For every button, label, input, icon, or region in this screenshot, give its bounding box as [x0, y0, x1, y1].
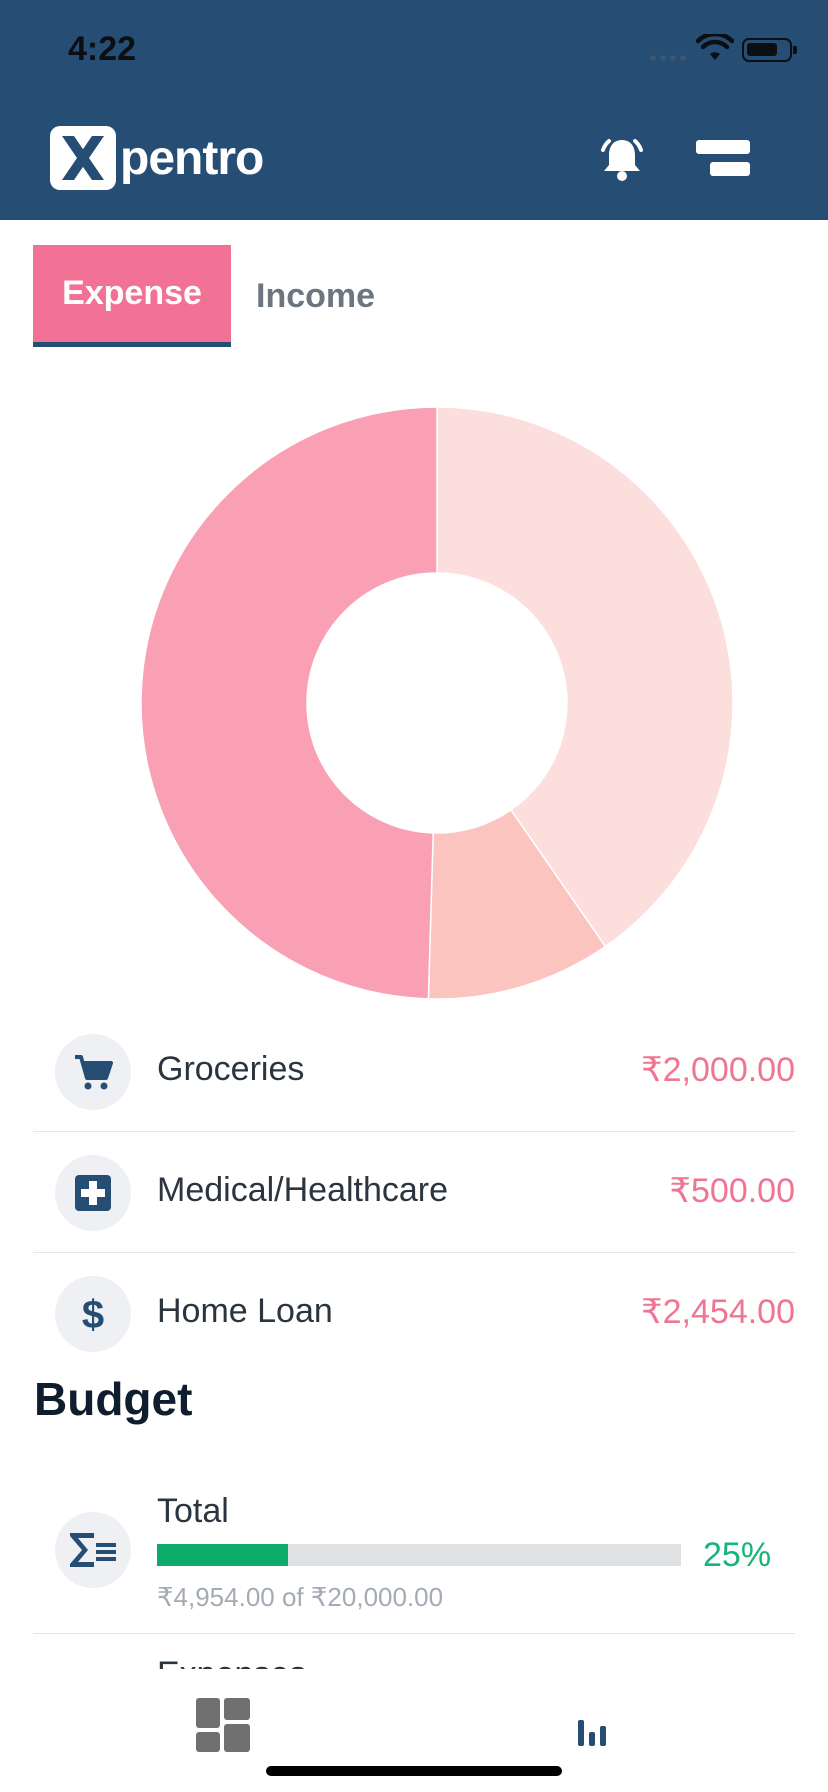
category-amount: ₹2,000.00 [641, 1051, 795, 1089]
status-time: 4:22 [68, 30, 137, 68]
bell-icon[interactable] [598, 136, 646, 182]
category-row-home-loan[interactable]: $ Home Loan ₹2,454.00 [33, 1254, 795, 1374]
budget-progress-bar [157, 1544, 681, 1566]
home-indicator [266, 1766, 562, 1776]
budget-row-total[interactable]: Total 25% ₹4,954.00 of ₹20,000.00 [33, 1472, 795, 1634]
logo-text: pentro [120, 131, 264, 185]
donut-slice-home-loan [140, 406, 438, 1000]
tab-expense[interactable]: Expense [33, 245, 231, 347]
category-row-groceries[interactable]: Groceries ₹2,000.00 [33, 1012, 795, 1132]
expense-donut-chart [140, 406, 734, 1000]
budget-label: Total [157, 1492, 229, 1530]
budget-row-partial-label: Expenses [157, 1655, 357, 1669]
category-row-medical[interactable]: Medical/Healthcare ₹500.00 [33, 1133, 795, 1253]
menu-icon[interactable] [696, 140, 752, 178]
budget-title: Budget [34, 1373, 193, 1425]
category-label: Home Loan [157, 1292, 333, 1330]
budget-progress-fill [157, 1544, 288, 1566]
svg-text:$: $ [82, 1293, 104, 1336]
category-amount: ₹2,454.00 [641, 1293, 795, 1331]
cellular-signal-icon [650, 55, 686, 61]
category-label: Medical/Healthcare [157, 1171, 449, 1209]
budget-percent: 25% [703, 1536, 772, 1574]
bar-chart-icon[interactable] [576, 1710, 610, 1746]
dashboard-icon[interactable] [196, 1698, 250, 1752]
tab-income[interactable]: Income [256, 245, 375, 347]
category-amount: ₹500.00 [669, 1172, 795, 1210]
wifi-icon [696, 34, 734, 60]
category-label: Groceries [157, 1050, 305, 1088]
budget-detail: ₹4,954.00 of ₹20,000.00 [157, 1582, 444, 1612]
battery-icon [742, 38, 797, 62]
bottom-nav [0, 1670, 828, 1792]
logo-x-mark [50, 126, 116, 190]
cart-icon [55, 1034, 131, 1110]
app-header: 4:22 pentro [0, 0, 828, 220]
app-logo: pentro [50, 126, 264, 190]
dollar-icon: $ [55, 1276, 131, 1352]
sigma-list-icon [55, 1512, 131, 1588]
medical-icon [55, 1155, 131, 1231]
